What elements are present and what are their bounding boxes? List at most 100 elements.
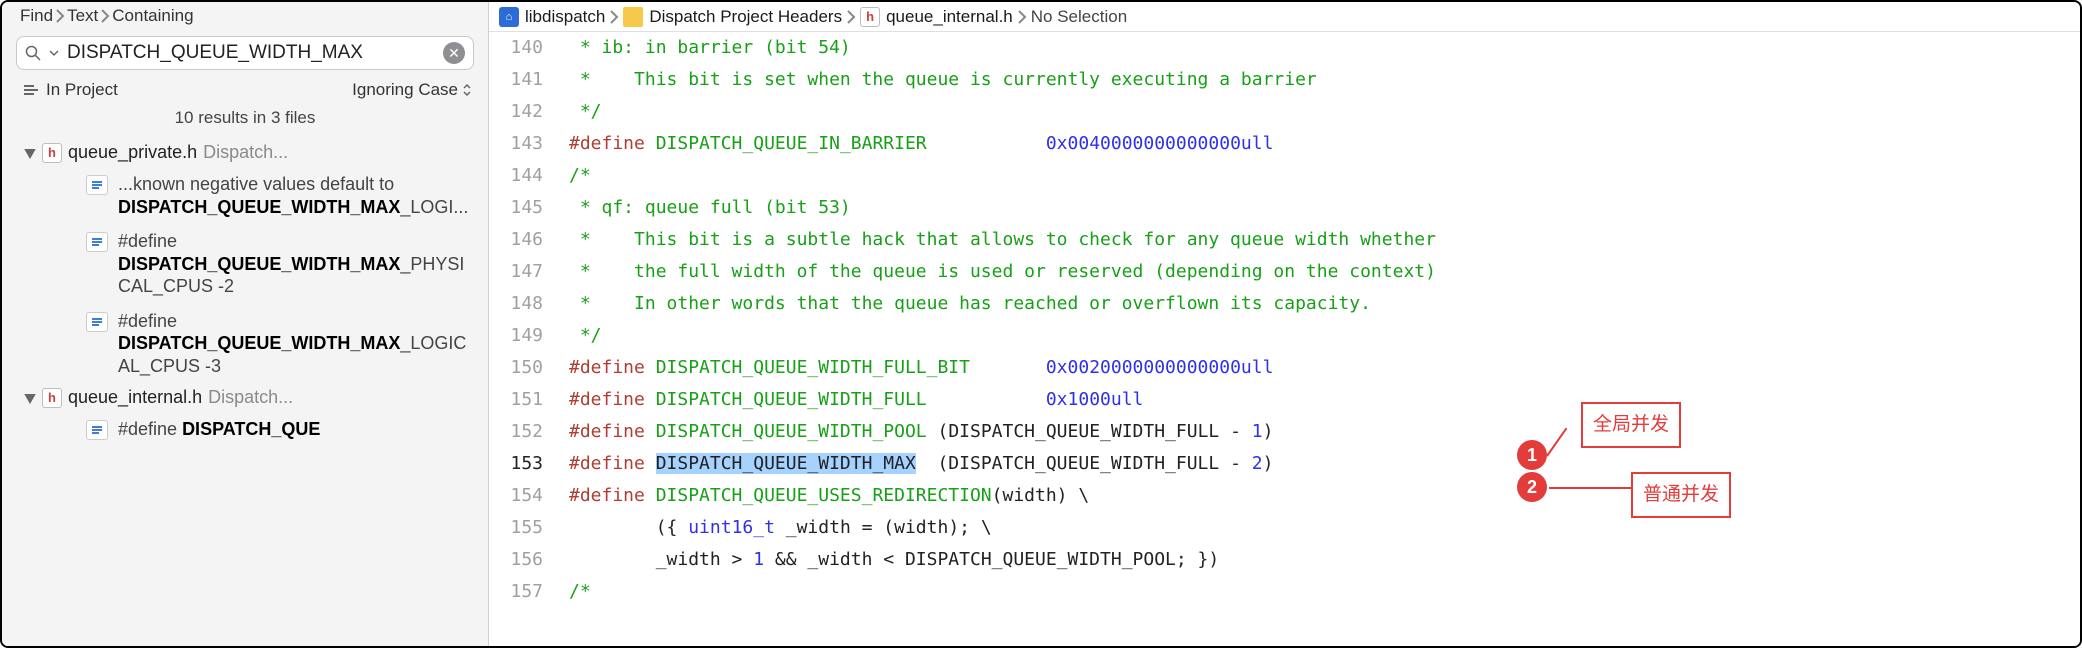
annotation-label-2: 普通并发 bbox=[1631, 472, 1731, 518]
find-sidebar: Find Text Containing ✕ In Project Ignori… bbox=[2, 2, 489, 646]
path-file[interactable]: queue_internal.h bbox=[886, 7, 1013, 27]
line-number[interactable]: 143 bbox=[489, 128, 543, 160]
find-breadcrumbs: Find Text Containing bbox=[2, 2, 488, 30]
code-line[interactable]: * ib: in barrier (bit 54) bbox=[569, 32, 2080, 64]
case-label[interactable]: Ignoring Case bbox=[352, 80, 458, 100]
line-number[interactable]: 151 bbox=[489, 384, 543, 416]
chevron-right-icon bbox=[846, 9, 856, 25]
code-line[interactable]: ({ uint16_t _width = (width); \ bbox=[569, 512, 2080, 544]
line-number[interactable]: 144 bbox=[489, 160, 543, 192]
file-trail: Dispatch... bbox=[208, 387, 293, 408]
code-line[interactable]: * In other words that the queue has reac… bbox=[569, 288, 2080, 320]
match-icon bbox=[86, 312, 108, 332]
path-selection[interactable]: No Selection bbox=[1031, 7, 1127, 27]
folder-icon bbox=[623, 7, 643, 27]
editor-pane: ⌂libdispatch Dispatch Project Headers hq… bbox=[489, 2, 2080, 646]
file-trail: Dispatch... bbox=[203, 142, 288, 163]
header-file-icon: h bbox=[42, 143, 62, 163]
line-number[interactable]: 146 bbox=[489, 224, 543, 256]
line-number[interactable]: 141 bbox=[489, 64, 543, 96]
line-number[interactable]: 145 bbox=[489, 192, 543, 224]
code-line[interactable]: _width > 1 && _width < DISPATCH_QUEUE_WI… bbox=[569, 544, 2080, 576]
clear-search-icon[interactable]: ✕ bbox=[443, 42, 465, 64]
code-line[interactable]: * This bit is a subtle hack that allows … bbox=[569, 224, 2080, 256]
line-number[interactable]: 153 bbox=[489, 448, 543, 480]
code-line[interactable]: */ bbox=[569, 320, 2080, 352]
line-number[interactable]: 147 bbox=[489, 256, 543, 288]
line-number[interactable]: 152 bbox=[489, 416, 543, 448]
results-list[interactable]: h queue_private.h Dispatch... ...known neg… bbox=[2, 138, 488, 646]
chevron-right-icon bbox=[1017, 9, 1027, 25]
search-icon bbox=[25, 45, 41, 61]
code-line[interactable]: #define DISPATCH_QUEUE_WIDTH_MAX (DISPAT… bbox=[569, 448, 2080, 480]
updown-icon[interactable] bbox=[462, 83, 472, 97]
code-line[interactable]: * qf: queue full (bit 53) bbox=[569, 192, 2080, 224]
line-number[interactable]: 140 bbox=[489, 32, 543, 64]
search-wrap: ✕ bbox=[2, 30, 488, 76]
search-match[interactable]: #define DISPATCH_QUEUE_WIDTH_MAX_LOGICAL… bbox=[4, 304, 488, 384]
file-name: queue_internal.h bbox=[68, 387, 202, 408]
line-number[interactable]: 150 bbox=[489, 352, 543, 384]
file-group: h queue_private.h Dispatch... ...known neg… bbox=[4, 138, 488, 383]
code-line[interactable]: #define DISPATCH_QUEUE_IN_BARRIER 0x0040… bbox=[569, 128, 2080, 160]
code-line[interactable]: #define DISPATCH_QUEUE_WIDTH_POOL (DISPA… bbox=[569, 416, 2080, 448]
breadcrumb-find[interactable]: Find bbox=[20, 6, 53, 26]
line-number[interactable]: 142 bbox=[489, 96, 543, 128]
match-text: #define DISPATCH_QUEUE_WIDTH_MAX_PHYSICA… bbox=[118, 230, 476, 298]
line-number[interactable]: 154 bbox=[489, 480, 543, 512]
code-line[interactable]: #define DISPATCH_QUEUE_WIDTH_FULL_BIT 0x… bbox=[569, 352, 2080, 384]
match-text: #define DISPATCH_QUEUE_WIDTH_MAX_LOGICAL… bbox=[118, 310, 476, 378]
annotation-badge-1: 1 bbox=[1517, 440, 1547, 470]
code-line[interactable]: #define DISPATCH_QUEUE_USES_REDIRECTION(… bbox=[569, 480, 2080, 512]
breadcrumb-text[interactable]: Text bbox=[67, 6, 98, 26]
file-header[interactable]: h queue_private.h Dispatch... bbox=[4, 138, 488, 167]
search-match[interactable]: #define DISPATCH_QUE bbox=[4, 412, 488, 447]
annotation-badge-2: 2 bbox=[1517, 472, 1547, 502]
match-text: ...known negative values default to DISP… bbox=[118, 173, 476, 218]
project-icon: ⌂ bbox=[499, 7, 519, 27]
line-number[interactable]: 148 bbox=[489, 288, 543, 320]
code-line[interactable]: */ bbox=[569, 96, 2080, 128]
line-number[interactable]: 149 bbox=[489, 320, 543, 352]
chevron-right-icon bbox=[609, 9, 619, 25]
code-line[interactable]: /* bbox=[569, 576, 2080, 608]
path-project[interactable]: libdispatch bbox=[525, 7, 605, 27]
search-field[interactable]: ✕ bbox=[16, 36, 474, 70]
disclosure-triangle-icon[interactable] bbox=[24, 147, 36, 159]
scope-row: In Project Ignoring Case bbox=[2, 76, 488, 104]
file-header[interactable]: h queue_internal.h Dispatch... bbox=[4, 383, 488, 412]
match-icon bbox=[86, 175, 108, 195]
annotation-label-1: 全局并发 bbox=[1581, 402, 1681, 448]
disclosure-triangle-icon[interactable] bbox=[24, 392, 36, 404]
line-gutter: 1401411421431441451461471481491501511521… bbox=[489, 32, 555, 646]
code-body[interactable]: * ib: in barrier (bit 54) * This bit is … bbox=[569, 32, 2080, 646]
results-summary: 10 results in 3 files bbox=[2, 104, 488, 138]
code-area[interactable]: 1401411421431441451461471481491501511521… bbox=[489, 32, 2080, 646]
scope-icon[interactable] bbox=[24, 85, 38, 95]
header-file-icon: h bbox=[42, 388, 62, 408]
search-input[interactable] bbox=[67, 42, 435, 64]
file-group: h queue_internal.h Dispatch... #define DIS… bbox=[4, 383, 488, 447]
breadcrumb-containing[interactable]: Containing bbox=[112, 6, 193, 26]
code-line[interactable]: /* bbox=[569, 160, 2080, 192]
code-line[interactable]: * This bit is set when the queue is curr… bbox=[569, 64, 2080, 96]
fold-strip[interactable] bbox=[555, 32, 569, 646]
file-name: queue_private.h bbox=[68, 142, 197, 163]
search-match[interactable]: ...known negative values default to DISP… bbox=[4, 167, 488, 224]
match-icon bbox=[86, 232, 108, 252]
annotation-line-2 bbox=[1549, 487, 1631, 489]
scope-label[interactable]: In Project bbox=[46, 80, 118, 100]
code-line[interactable]: #define DISPATCH_QUEUE_WIDTH_FULL 0x1000… bbox=[569, 384, 2080, 416]
chevron-right-icon bbox=[100, 8, 110, 24]
jump-bar[interactable]: ⌂libdispatch Dispatch Project Headers hq… bbox=[489, 2, 2080, 32]
app-root: Find Text Containing ✕ In Project Ignori… bbox=[0, 0, 2082, 648]
chevron-down-icon[interactable] bbox=[49, 46, 59, 60]
line-number[interactable]: 155 bbox=[489, 512, 543, 544]
path-folder[interactable]: Dispatch Project Headers bbox=[649, 7, 842, 27]
search-match[interactable]: #define DISPATCH_QUEUE_WIDTH_MAX_PHYSICA… bbox=[4, 224, 488, 304]
line-number[interactable]: 157 bbox=[489, 576, 543, 608]
line-number[interactable]: 156 bbox=[489, 544, 543, 576]
code-line[interactable]: * the full width of the queue is used or… bbox=[569, 256, 2080, 288]
match-text: #define DISPATCH_QUE bbox=[118, 418, 476, 441]
match-icon bbox=[86, 420, 108, 440]
